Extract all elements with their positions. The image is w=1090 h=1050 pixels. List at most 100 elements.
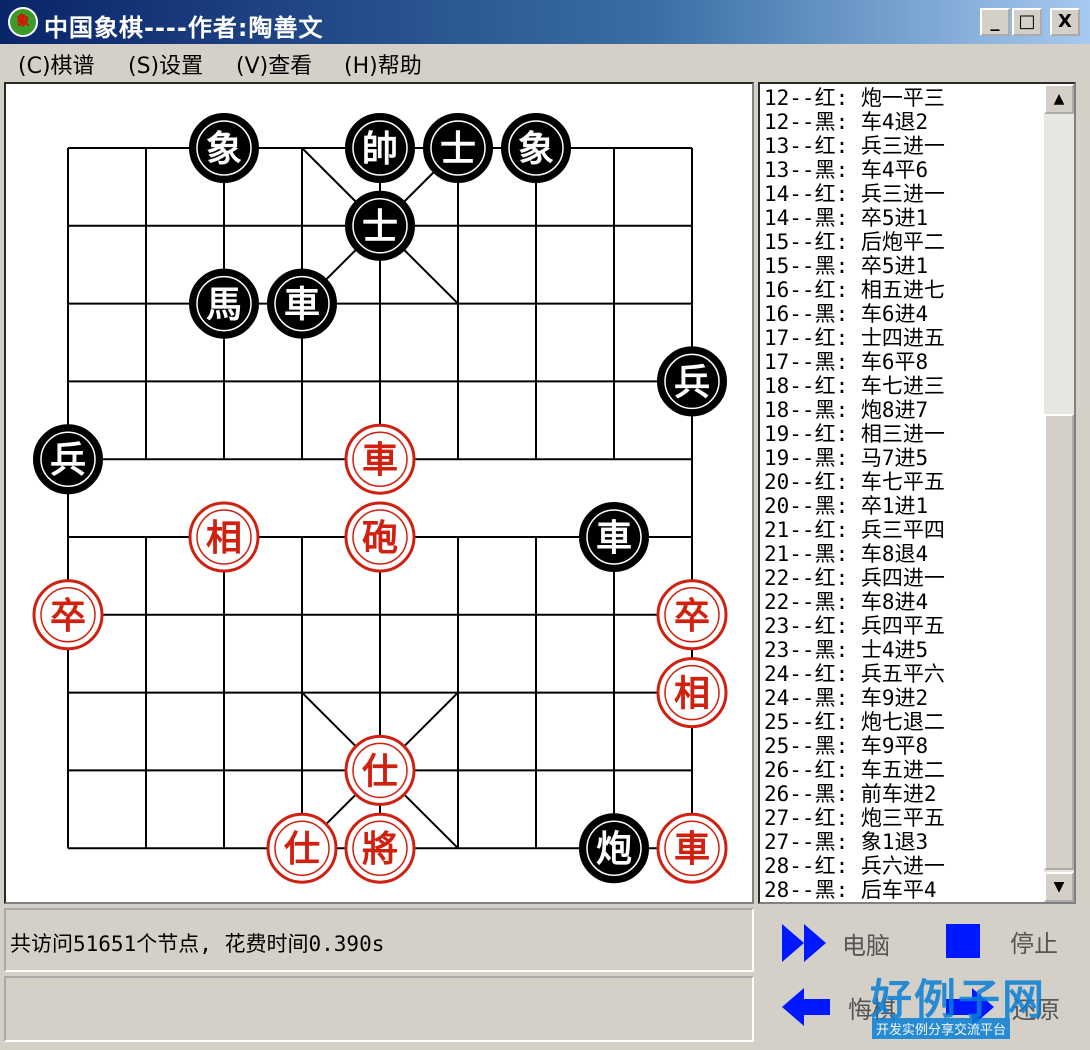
menu-settings[interactable]: (S)设置 bbox=[128, 48, 203, 80]
stop-square-icon bbox=[946, 924, 980, 958]
piece-label: 炮 bbox=[596, 828, 632, 870]
move-list-scrollbar[interactable]: ▲ ▼ bbox=[1044, 84, 1074, 902]
undo-label: 悔棋 bbox=[848, 995, 896, 1024]
move-item[interactable]: 15--黑: 卒5进1 bbox=[764, 254, 945, 278]
board-panel: 象帥士象士馬車兵兵車相砲車卒卒相仕仕將炮車 bbox=[4, 82, 754, 904]
menu-qipu[interactable]: (C)棋谱 bbox=[18, 48, 95, 80]
piece-black[interactable]: 兵 bbox=[657, 346, 727, 417]
piece-red[interactable]: 仕 bbox=[266, 812, 338, 884]
move-item[interactable]: 28--红: 兵六进一 bbox=[764, 854, 945, 878]
move-item[interactable]: 15--红: 后炮平二 bbox=[764, 230, 945, 254]
piece-black[interactable]: 帥 bbox=[345, 113, 415, 183]
minimize-button[interactable]: _ bbox=[980, 8, 1010, 36]
piece-label: 仕 bbox=[284, 828, 320, 870]
piece-label: 車 bbox=[596, 517, 632, 559]
move-item[interactable]: 17--红: 士四进五 bbox=[764, 326, 945, 350]
menu-bar: (C)棋谱 (S)设置 (V)查看 (H)帮助 bbox=[0, 44, 1090, 80]
piece-black[interactable]: 兵 bbox=[33, 424, 103, 495]
move-item[interactable]: 14--黑: 卒5进1 bbox=[764, 206, 945, 230]
title-bar[interactable]: 象 中国象棋----作者:陶善文 _ □ X bbox=[0, 0, 1090, 44]
piece-label: 兵 bbox=[674, 361, 710, 403]
piece-label: 車 bbox=[674, 828, 710, 870]
move-item[interactable]: 13--黑: 车4平6 bbox=[764, 158, 945, 182]
back-arrow-icon bbox=[782, 988, 830, 1026]
stop-button[interactable]: 停止 bbox=[944, 922, 1058, 960]
piece-red[interactable]: 卒 bbox=[656, 579, 728, 651]
move-item[interactable]: 27--黑: 象1退3 bbox=[764, 830, 945, 854]
move-item[interactable]: 25--红: 炮七退二 bbox=[764, 710, 945, 734]
piece-black[interactable]: 象 bbox=[189, 113, 259, 183]
redo-button[interactable]: 还原 bbox=[944, 986, 1060, 1028]
menu-view[interactable]: (V)查看 bbox=[236, 48, 312, 80]
piece-label: 車 bbox=[284, 284, 320, 326]
piece-label: 士 bbox=[440, 128, 476, 170]
app-icon: 象 bbox=[8, 7, 38, 37]
piece-red[interactable]: 車 bbox=[656, 812, 728, 884]
move-item[interactable]: 13--红: 兵三进一 bbox=[764, 134, 945, 158]
move-item[interactable]: 18--黑: 炮8进7 bbox=[764, 398, 945, 422]
move-item[interactable]: 19--红: 相三进一 bbox=[764, 422, 945, 446]
piece-black[interactable]: 馬 bbox=[189, 268, 259, 339]
piece-black[interactable]: 士 bbox=[345, 190, 415, 261]
move-item[interactable]: 26--红: 车五进二 bbox=[764, 758, 945, 782]
move-item[interactable]: 12--黑: 车4退2 bbox=[764, 110, 945, 134]
move-item[interactable]: 21--黑: 车8退4 bbox=[764, 542, 945, 566]
scroll-thumb[interactable] bbox=[1044, 414, 1074, 870]
piece-black[interactable]: 車 bbox=[267, 268, 337, 339]
computer-move-button[interactable]: 电脑 bbox=[780, 922, 890, 964]
piece-label: 帥 bbox=[362, 128, 398, 170]
piece-red[interactable]: 將 bbox=[344, 812, 416, 884]
move-item[interactable]: 28--黑: 后车平4 bbox=[764, 878, 945, 902]
piece-red[interactable]: 相 bbox=[188, 501, 260, 573]
piece-label: 兵 bbox=[50, 439, 86, 481]
move-item[interactable]: 23--红: 兵四平五 bbox=[764, 614, 945, 638]
move-item[interactable]: 19--黑: 马7进5 bbox=[764, 446, 945, 470]
piece-label: 仕 bbox=[362, 750, 398, 792]
piece-label: 象 bbox=[206, 128, 242, 170]
piece-label: 相 bbox=[206, 517, 242, 559]
move-item[interactable]: 26--黑: 前车进2 bbox=[764, 782, 945, 806]
move-item[interactable]: 17--黑: 车6平8 bbox=[764, 350, 945, 374]
xiangqi-board[interactable]: 象帥士象士馬 車兵兵 車相砲車卒 卒相仕仕將炮車 bbox=[6, 84, 752, 902]
move-item[interactable]: 21--红: 兵三平四 bbox=[764, 518, 945, 542]
move-item[interactable]: 16--红: 相五进七 bbox=[764, 278, 945, 302]
move-item[interactable]: 25--黑: 车9平8 bbox=[764, 734, 945, 758]
piece-red[interactable]: 車 bbox=[344, 423, 416, 495]
move-item[interactable]: 22--黑: 车8进4 bbox=[764, 590, 945, 614]
piece-red[interactable]: 仕 bbox=[344, 734, 416, 806]
piece-black[interactable]: 士 bbox=[423, 113, 493, 183]
status-panel: 共访问51651个节点, 花费时间0.390s bbox=[4, 908, 754, 972]
piece-red[interactable]: 卒 bbox=[32, 579, 104, 651]
piece-black[interactable]: 車 bbox=[579, 502, 649, 572]
move-item[interactable]: 22--红: 兵四进一 bbox=[764, 566, 945, 590]
piece-label: 象 bbox=[518, 128, 554, 170]
stop-label: 停止 bbox=[1010, 929, 1058, 958]
move-item[interactable]: 20--红: 车七平五 bbox=[764, 470, 945, 494]
move-item[interactable]: 24--红: 兵五平六 bbox=[764, 662, 945, 686]
move-item[interactable]: 18--红: 车七进三 bbox=[764, 374, 945, 398]
scroll-up-icon[interactable]: ▲ bbox=[1044, 84, 1074, 114]
maximize-button[interactable]: □ bbox=[1012, 8, 1042, 36]
scroll-down-icon[interactable]: ▼ bbox=[1044, 872, 1074, 902]
menu-help[interactable]: (H)帮助 bbox=[344, 48, 422, 80]
move-item[interactable]: 23--黑: 士4进5 bbox=[764, 638, 945, 662]
piece-label: 卒 bbox=[50, 595, 86, 637]
move-item[interactable]: 27--红: 炮三平五 bbox=[764, 806, 945, 830]
move-item[interactable]: 20--黑: 卒1进1 bbox=[764, 494, 945, 518]
piece-label: 卒 bbox=[674, 595, 710, 637]
piece-red[interactable]: 砲 bbox=[344, 501, 416, 573]
status-message: 共访问51651个节点, 花费时间0.390s bbox=[10, 932, 385, 956]
piece-black[interactable]: 炮 bbox=[579, 813, 649, 884]
piece-red[interactable]: 相 bbox=[656, 657, 728, 729]
move-item[interactable]: 12--红: 炮一平三 bbox=[764, 86, 945, 110]
redo-label: 还原 bbox=[1012, 995, 1060, 1024]
piece-label: 車 bbox=[362, 439, 398, 481]
window-title: 中国象棋----作者:陶善文 bbox=[44, 14, 324, 42]
move-item[interactable]: 14--红: 兵三进一 bbox=[764, 182, 945, 206]
status-panel-secondary bbox=[4, 976, 754, 1042]
move-item[interactable]: 16--黑: 车6进4 bbox=[764, 302, 945, 326]
piece-black[interactable]: 象 bbox=[501, 113, 571, 183]
move-item[interactable]: 24--黑: 车9进2 bbox=[764, 686, 945, 710]
undo-button[interactable]: 悔棋 bbox=[780, 986, 896, 1028]
close-button[interactable]: X bbox=[1050, 8, 1080, 36]
